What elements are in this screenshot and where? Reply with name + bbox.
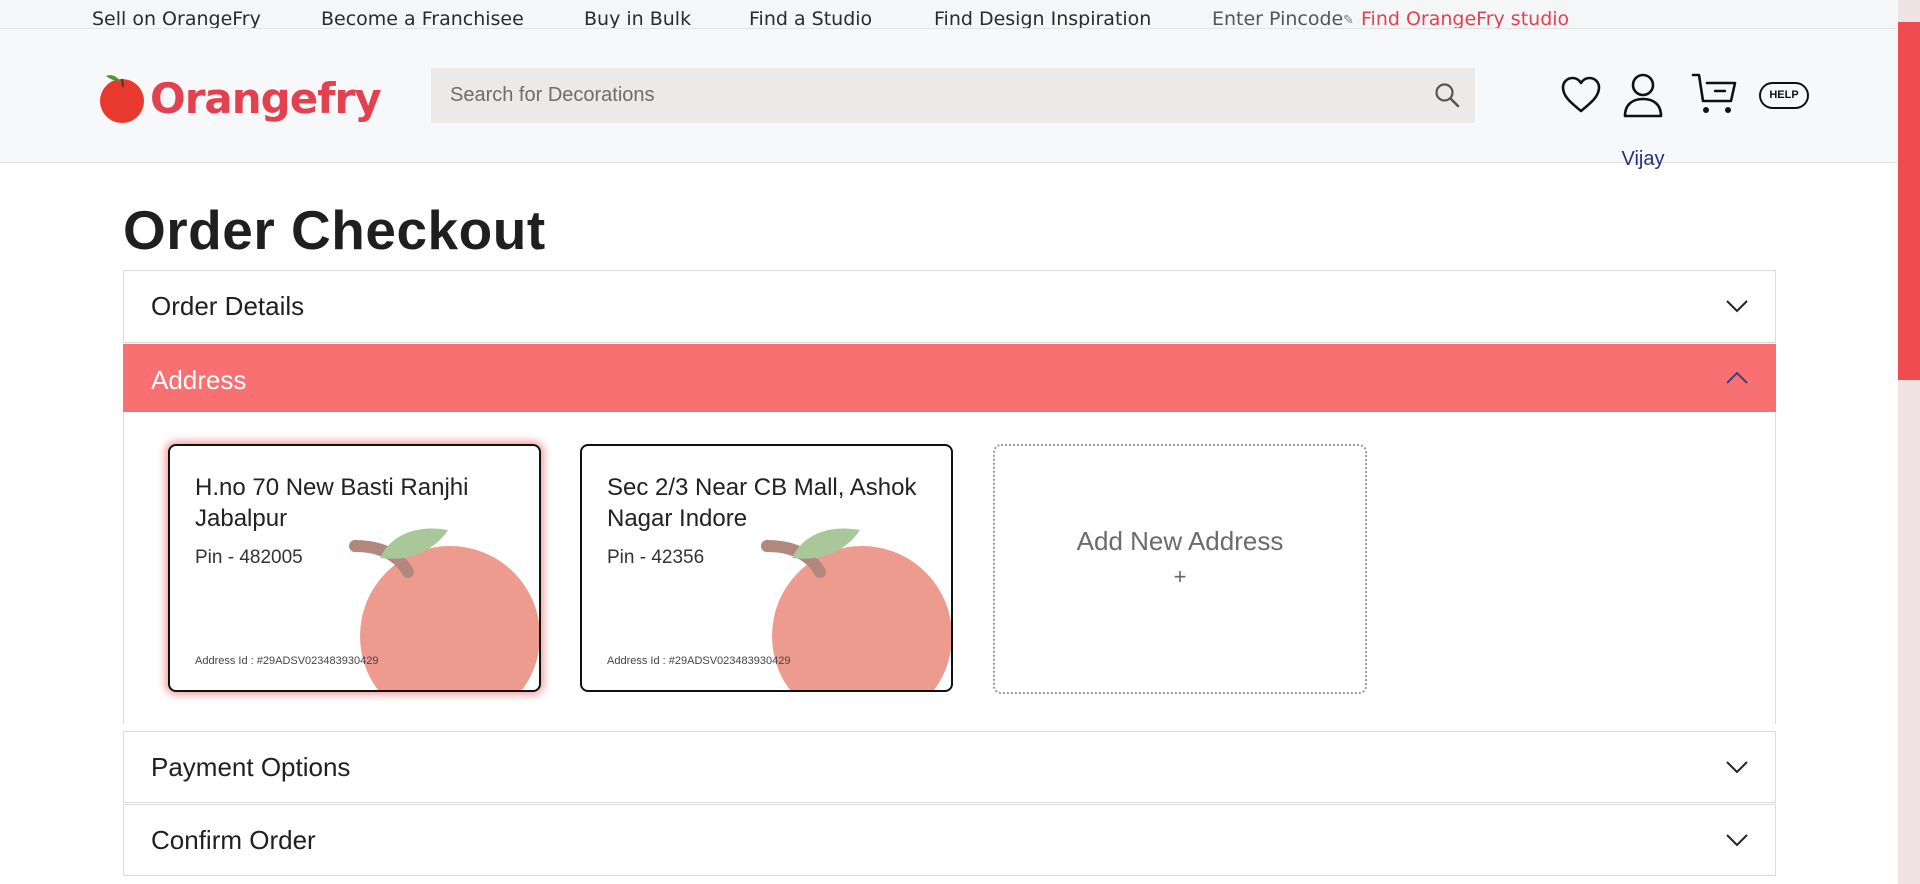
- address-card[interactable]: H.no 70 New Basti Ranjhi Jabalpur Pin - …: [168, 444, 541, 692]
- pincode-label[interactable]: Enter Pincode: [1212, 8, 1343, 28]
- utility-bar: Sell on OrangeFry Become a Franchisee Bu…: [0, 0, 1897, 29]
- section-confirm-order[interactable]: Confirm Order: [123, 804, 1776, 876]
- plus-icon: +: [1173, 564, 1187, 589]
- search-bar: [431, 68, 1475, 123]
- search-input[interactable]: [431, 68, 1411, 123]
- heart-icon[interactable]: [1560, 75, 1602, 115]
- find-studio-link[interactable]: Find a Studio: [749, 8, 872, 28]
- page-scrollbar[interactable]: [1898, 0, 1920, 884]
- search-icon[interactable]: [1433, 81, 1461, 109]
- section-label: Address: [151, 365, 247, 395]
- address-id: Address Id : #29ADSV023483930429: [195, 655, 379, 667]
- orangefry-logo[interactable]: Orangefry: [96, 70, 382, 126]
- chevron-up-icon: [1726, 371, 1748, 384]
- address-pin: Pin - 482005: [195, 547, 303, 568]
- scrollbar-thumb[interactable]: [1898, 22, 1920, 380]
- cart-icon[interactable]: [1691, 71, 1739, 117]
- logo-text: Orangefry: [150, 73, 382, 123]
- orangefry-studio-link[interactable]: Find OrangeFry studio: [1361, 8, 1569, 28]
- add-new-address-button[interactable]: Add New Address +: [993, 444, 1367, 694]
- add-address-label: Add New Address: [1076, 526, 1284, 556]
- section-label: Payment Options: [151, 752, 351, 782]
- user-name[interactable]: Vijay: [1611, 148, 1675, 171]
- chevron-down-icon: [1726, 761, 1748, 774]
- help-button[interactable]: HELP: [1759, 82, 1809, 109]
- address-card[interactable]: Sec 2/3 Near CB Mall, Ashok Nagar Indore…: [580, 444, 953, 692]
- address-line: Sec 2/3 Near CB Mall, Ashok Nagar Indore: [607, 474, 917, 532]
- inspiration-link[interactable]: Find Design Inspiration: [934, 8, 1151, 28]
- section-payment-options[interactable]: Payment Options: [123, 731, 1776, 803]
- section-label: Confirm Order: [151, 825, 316, 855]
- address-line: H.no 70 New Basti Ranjhi Jabalpur: [195, 474, 469, 532]
- chevron-down-icon: [1726, 300, 1748, 313]
- pencil-icon[interactable]: ✎: [1343, 14, 1357, 28]
- section-address[interactable]: Address: [123, 344, 1776, 414]
- user-icon[interactable]: [1622, 72, 1664, 118]
- address-panel: H.no 70 New Basti Ranjhi Jabalpur Pin - …: [123, 412, 1776, 724]
- franchisee-link[interactable]: Become a Franchisee: [321, 8, 524, 28]
- chevron-down-icon: [1726, 834, 1748, 847]
- sell-link[interactable]: Sell on OrangeFry: [92, 8, 261, 28]
- section-order-details[interactable]: Order Details: [123, 270, 1776, 343]
- checkout-page: Sell on OrangeFry Become a Franchisee Bu…: [0, 0, 1920, 884]
- site-header: Orangefry Vijay HELP: [0, 29, 1897, 170]
- address-pin: Pin - 42356: [607, 547, 705, 568]
- section-label: Order Details: [151, 291, 305, 321]
- orange-logo-icon: [100, 75, 144, 123]
- bulk-link[interactable]: Buy in Bulk: [584, 8, 691, 28]
- address-id: Address Id : #29ADSV023483930429: [607, 655, 791, 667]
- page-title: Order Checkout: [123, 199, 546, 261]
